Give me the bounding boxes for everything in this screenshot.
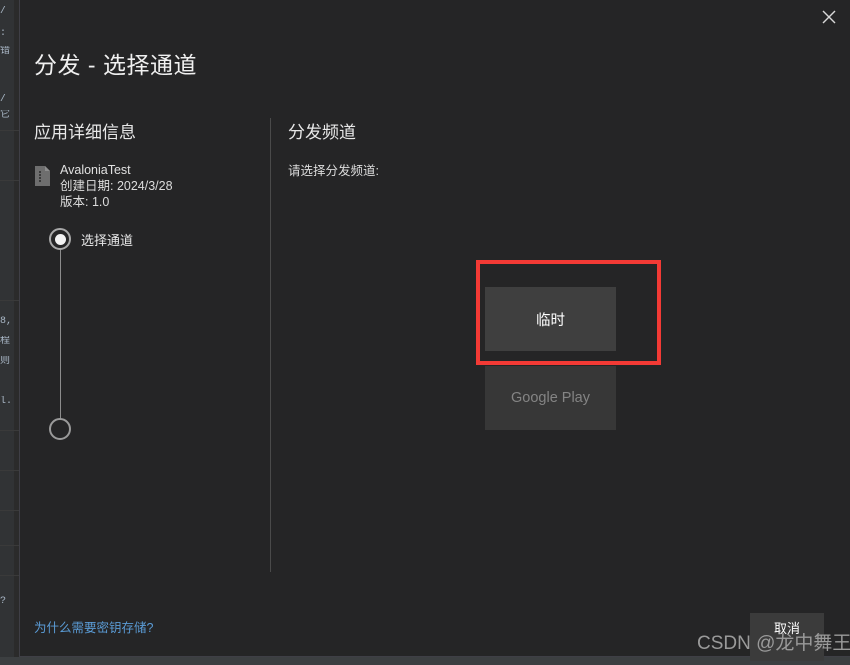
keystore-help-link[interactable]: 为什么需要密钥存储? [34,617,153,636]
backdrop-rule [0,430,19,431]
backdrop-text-fragment: l. [0,396,13,407]
stepper-connector [60,248,61,429]
stepper-step-current-fill [54,233,66,245]
app-summary: AvaloniaTest 创建日期: 2024/3/28 版本: 1.0 [34,162,173,210]
backdrop-rule [0,510,19,511]
page-title: 分发 - 选择通道 [34,52,197,78]
app-details-panel: 应用详细信息 AvaloniaTest 创建日期: 2024/3/28 版本: … [34,118,270,440]
app-version: 版本: 1.0 [60,195,110,209]
dialog-titlebar [20,0,850,34]
backdrop-status-bar [0,657,850,665]
channel-panel: 分发频道 请选择分发频道: [288,118,379,179]
backdrop-text-fragment: 则 [0,356,10,367]
app-details-heading: 应用详细信息 [34,123,136,142]
close-icon[interactable] [807,0,850,34]
file-icon [35,166,50,186]
distribute-dialog: 分发 - 选择通道 应用详细信息 AvaloniaTest 创建日期: 2024… [19,0,850,661]
channel-button-list: 临时 Google Play [485,287,616,430]
panel-divider [270,118,271,572]
app-name: AvaloniaTest [60,163,131,177]
backdrop-text-fragment: / [0,6,7,17]
backdrop-rule [0,470,19,471]
stepper-step-current[interactable] [49,228,71,250]
channel-subtitle: 请选择分发频道: [288,164,379,178]
app-created-date: 创建日期: 2024/3/28 [60,179,173,193]
backdrop-text-fragment: 错 [0,46,10,57]
stepper-step-next[interactable] [49,418,71,440]
cancel-button[interactable]: 取消 [750,613,824,661]
backdrop-text-fragment: ? [0,596,7,607]
backdrop-rule [0,545,19,546]
channel-button-2: Google Play [485,366,616,430]
backdrop-rule [0,300,19,301]
stepper-step-current-label: 选择通道 [81,233,134,248]
channel-button-1[interactable]: 临时 [485,287,616,351]
backdrop-text-fragment: / [0,94,7,105]
backdrop-text-fragment: 8, [0,316,13,327]
channel-heading: 分发频道 [288,123,356,142]
backdrop-text-fragment: 程 [0,336,10,347]
backdrop-rule [0,180,19,181]
backdrop-text-fragment: 它 [0,110,10,121]
backdrop-rule [0,575,19,576]
backdrop-text-fragment: : [0,28,7,39]
backdrop-rule [0,130,19,131]
